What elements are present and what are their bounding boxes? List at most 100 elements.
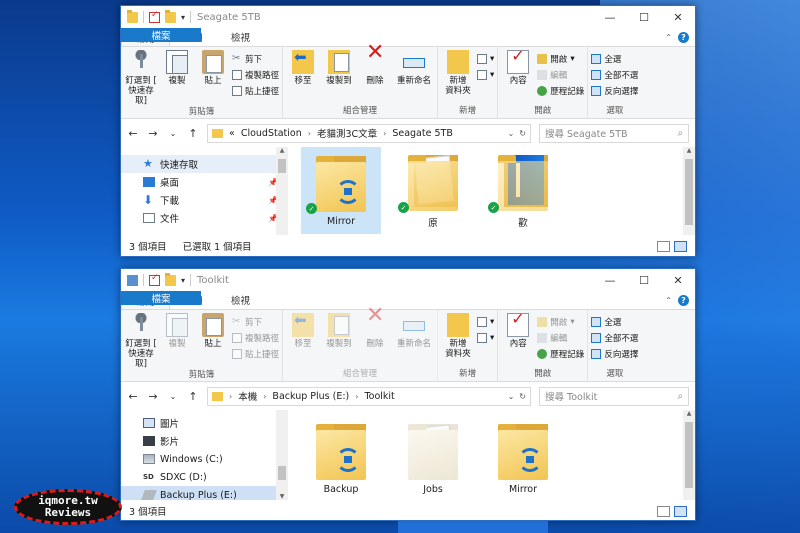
- new-folder-icon[interactable]: [165, 9, 176, 23]
- new-item-button[interactable]: ▾: [477, 315, 494, 329]
- maximize-icon[interactable]: ☐: [627, 269, 661, 291]
- file-item-mirror[interactable]: Mirror: [483, 414, 563, 500]
- refresh-icon[interactable]: ↻: [519, 392, 526, 401]
- scrollbar-thumb[interactable]: [685, 422, 693, 488]
- breadcrumb-item[interactable]: Backup Plus (E:): [272, 391, 349, 402]
- tab-view[interactable]: 檢視: [217, 28, 264, 46]
- help-icon[interactable]: ?: [678, 294, 689, 306]
- breadcrumb[interactable]: › 本機 › Backup Plus (E:) › Toolkit ⌄ ↻: [207, 386, 531, 406]
- nav-item-pictures[interactable]: 圖片: [121, 414, 288, 432]
- move-to-button[interactable]: 移至: [286, 313, 320, 368]
- customize-qat-icon[interactable]: ▾: [181, 276, 185, 285]
- nav-item-documents[interactable]: 文件 📌: [121, 209, 288, 227]
- copy-path-button[interactable]: 複製路徑: [232, 331, 279, 345]
- select-all-button[interactable]: 全選: [591, 315, 638, 329]
- tab-file[interactable]: 檔案: [121, 28, 201, 42]
- forward-icon[interactable]: →: [147, 390, 159, 403]
- new-folder-button[interactable]: 新增 資料夾: [441, 313, 475, 368]
- chevron-right-icon[interactable]: ›: [263, 392, 266, 401]
- edit-button[interactable]: 編輯: [537, 68, 584, 82]
- scroll-up-icon[interactable]: ▲: [683, 410, 695, 417]
- delete-button[interactable]: 刪除: [358, 48, 392, 105]
- recent-locations-icon[interactable]: ⌄: [167, 129, 179, 138]
- forward-icon[interactable]: →: [147, 127, 159, 140]
- delete-button[interactable]: 刪除: [358, 311, 392, 368]
- breadcrumb-item[interactable]: 本機: [238, 389, 257, 403]
- file-scrollbar[interactable]: ▲: [683, 147, 695, 235]
- large-icons-view-icon[interactable]: [674, 240, 687, 252]
- history-button[interactable]: 歷程記錄: [537, 84, 584, 98]
- chevron-right-icon[interactable]: ›: [355, 392, 358, 401]
- invert-selection-button[interactable]: 反向選擇: [591, 84, 638, 98]
- invert-selection-button[interactable]: 反向選擇: [591, 347, 638, 361]
- scrollbar-thumb[interactable]: [278, 466, 286, 480]
- new-folder-icon[interactable]: [165, 272, 176, 286]
- properties-button[interactable]: 內容: [501, 313, 535, 368]
- paste-button[interactable]: 貼上: [196, 313, 230, 369]
- title-bar[interactable]: ▾ Seagate 5TB — ☐ ✕: [121, 6, 695, 28]
- properties-icon[interactable]: [149, 273, 160, 286]
- customize-qat-icon[interactable]: ▾: [181, 13, 185, 22]
- chevron-down-icon[interactable]: ⌄: [508, 129, 515, 138]
- back-icon[interactable]: ←: [127, 127, 139, 140]
- tab-file[interactable]: 檔案: [121, 291, 201, 305]
- paste-shortcut-button[interactable]: 貼上捷徑: [232, 347, 279, 361]
- easy-access-button[interactable]: ▾: [477, 68, 494, 82]
- file-item[interactable]: ✓ 原: [393, 147, 473, 235]
- minimize-icon[interactable]: —: [593, 269, 627, 291]
- nav-scrollbar[interactable]: ▼: [276, 410, 288, 500]
- scroll-up-icon[interactable]: ▲: [683, 147, 695, 154]
- nav-item-windows-c[interactable]: Windows (C:): [121, 450, 288, 468]
- details-view-icon[interactable]: [657, 240, 670, 252]
- nav-item-quick-access[interactable]: ★ 快速存取: [121, 155, 288, 173]
- select-none-button[interactable]: 全部不選: [591, 331, 638, 345]
- nav-item-videos[interactable]: 影片: [121, 432, 288, 450]
- new-folder-button[interactable]: 新增 資料夾: [441, 50, 475, 105]
- minimize-icon[interactable]: —: [593, 6, 627, 28]
- explorer-window-toolkit[interactable]: ▾ Toolkit — ☐ ✕ 檔案 常用 共用 檢視 ⌃ ? 釘選到 [ 快速…: [120, 268, 696, 521]
- nav-item-desktop[interactable]: 桌面 📌: [121, 173, 288, 191]
- navigation-pane[interactable]: ★ 快速存取 桌面 📌 ⬇ 下載 📌 文件 📌 ▲: [121, 147, 289, 235]
- open-button[interactable]: 開啟 ▾: [537, 52, 584, 66]
- large-icons-view-icon[interactable]: [674, 505, 687, 517]
- move-to-button[interactable]: 移至: [286, 50, 320, 105]
- easy-access-button[interactable]: ▾: [477, 331, 494, 345]
- breadcrumb-item[interactable]: CloudStation: [241, 128, 302, 139]
- chevron-right-icon[interactable]: ›: [229, 392, 232, 401]
- file-item-backup[interactable]: Backup: [301, 414, 381, 500]
- select-all-button[interactable]: 全選: [591, 52, 638, 66]
- recent-locations-icon[interactable]: ⌄: [167, 392, 179, 401]
- copy-button[interactable]: 複製: [160, 50, 194, 106]
- scrollbar-thumb[interactable]: [685, 159, 693, 225]
- copy-button[interactable]: 複製: [160, 313, 194, 369]
- collapse-ribbon-icon[interactable]: ⌃: [665, 33, 672, 42]
- properties-icon[interactable]: [149, 10, 160, 23]
- pin-quick-access-button[interactable]: 釘選到 [ 快速存取]: [124, 50, 158, 106]
- nav-item-downloads[interactable]: ⬇ 下載 📌: [121, 191, 288, 209]
- paste-button[interactable]: 貼上: [196, 50, 230, 106]
- file-list[interactable]: Backup Jobs Mirror ▲: [289, 410, 695, 500]
- cut-button[interactable]: ✂ 剪下: [232, 52, 279, 66]
- help-icon[interactable]: ?: [678, 31, 689, 43]
- new-item-button[interactable]: ▾: [477, 52, 494, 66]
- history-button[interactable]: 歷程記錄: [537, 347, 584, 361]
- chevron-right-icon[interactable]: ›: [383, 129, 386, 138]
- file-item-mirror[interactable]: ✓ Mirror: [301, 147, 381, 234]
- file-list[interactable]: ✓ Mirror ✓ 原 ✓ 歡 ▲: [289, 147, 695, 235]
- chevron-right-icon[interactable]: ›: [308, 129, 311, 138]
- file-scrollbar[interactable]: ▲: [683, 410, 695, 500]
- cut-button[interactable]: ✂ 剪下: [232, 315, 279, 329]
- details-view-icon[interactable]: [657, 505, 670, 517]
- properties-button[interactable]: 內容: [501, 50, 535, 105]
- pin-quick-access-button[interactable]: 釘選到 [ 快速存取]: [124, 313, 158, 369]
- breadcrumb-overflow[interactable]: «: [229, 128, 235, 139]
- scrollbar-thumb[interactable]: [278, 159, 286, 173]
- maximize-icon[interactable]: ☐: [627, 6, 661, 28]
- copy-to-button[interactable]: 複製到: [322, 50, 356, 105]
- up-icon[interactable]: ↑: [187, 390, 199, 403]
- breadcrumb-item[interactable]: Toolkit: [364, 391, 394, 402]
- open-button[interactable]: 開啟 ▾: [537, 315, 584, 329]
- tab-view[interactable]: 檢視: [217, 291, 264, 309]
- scroll-down-icon[interactable]: ▼: [276, 493, 288, 500]
- select-none-button[interactable]: 全部不選: [591, 68, 638, 82]
